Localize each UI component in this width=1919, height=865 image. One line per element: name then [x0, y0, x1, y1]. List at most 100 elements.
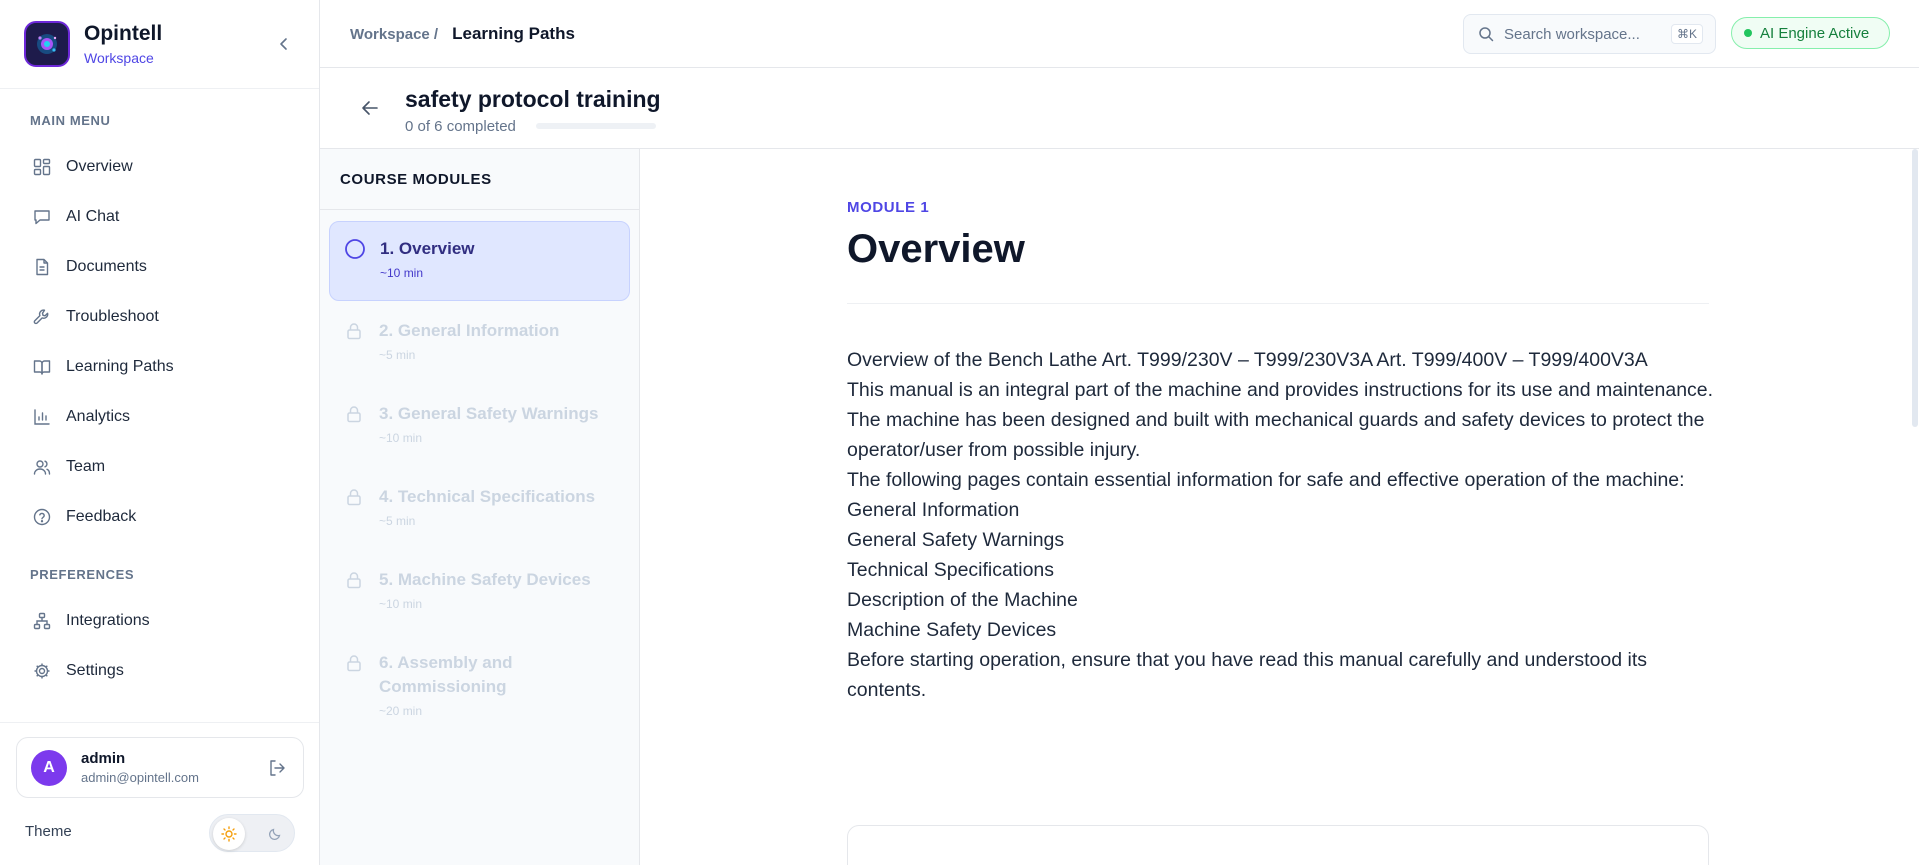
content-card: [847, 825, 1709, 865]
topbar: Workspace / Learning Paths Search worksp…: [320, 0, 1919, 68]
course-title: safety protocol training: [405, 86, 661, 112]
module-item-general-information[interactable]: 2. General Information ~5 min: [329, 304, 630, 384]
course-header: safety protocol training 0 of 6 complete…: [320, 68, 1919, 149]
sidebar-item-feedback[interactable]: Feedback: [16, 497, 304, 537]
sidebar-item-analytics[interactable]: Analytics: [16, 397, 304, 437]
module-item-general-safety-warnings[interactable]: 3. General Safety Warnings ~10 min: [329, 387, 630, 467]
search-input[interactable]: Search workspace... ⌘K: [1463, 14, 1716, 54]
module-item-machine-safety-devices[interactable]: 5. Machine Safety Devices ~10 min: [329, 553, 630, 633]
sidebar: Opintell Workspace MAIN MENU Overview AI…: [0, 0, 320, 865]
lock-icon: [343, 652, 365, 674]
module-title: 3. General Safety Warnings: [379, 404, 599, 423]
sidebar-divider: [0, 88, 319, 89]
sidebar-item-label: Analytics: [66, 408, 131, 425]
lock-icon: [343, 403, 365, 425]
lock-icon: [343, 569, 365, 591]
search-placeholder: Search workspace...: [1504, 25, 1640, 43]
light-theme-button[interactable]: [213, 818, 245, 850]
moon-icon: [268, 828, 281, 841]
user-email: admin@opintell.com: [81, 770, 199, 785]
dark-theme-button[interactable]: [262, 821, 288, 847]
network-icon: [32, 611, 52, 631]
breadcrumb: Workspace / Learning Paths: [350, 24, 575, 44]
sidebar-item-integrations[interactable]: Integrations: [16, 601, 304, 641]
lock-icon: [343, 486, 365, 508]
module-body-text: Overview of the Bench Lathe Art. T999/23…: [847, 345, 1717, 705]
bar-chart-icon: [32, 407, 52, 427]
user-card: A admin admin@opintell.com: [16, 737, 304, 798]
module-duration: ~10 min: [379, 431, 423, 445]
course-modules-title: COURSE MODULES: [340, 171, 492, 188]
sidebar-item-learning-paths[interactable]: Learning Paths: [16, 347, 304, 387]
collapse-sidebar-button[interactable]: [272, 32, 296, 56]
sidebar-divider: [0, 722, 319, 723]
lock-icon: [343, 320, 365, 342]
sidebar-item-documents[interactable]: Documents: [16, 247, 304, 287]
logout-button[interactable]: [267, 758, 287, 778]
back-button[interactable]: [358, 96, 382, 120]
user-name: admin: [81, 750, 126, 767]
sidebar-item-label: Documents: [66, 258, 147, 275]
avatar: A: [31, 749, 67, 786]
sidebar-item-label: Feedback: [66, 508, 137, 525]
chevron-left-icon: [280, 38, 287, 50]
brand: Opintell Workspace: [24, 20, 296, 68]
content-scrollbar[interactable]: [1911, 149, 1919, 865]
course-modules-panel: COURSE MODULES 1. Overview ~10 min 2. Ge…: [320, 149, 640, 865]
course-progress-bar: [536, 123, 656, 129]
module-item-assembly-and-commissioning[interactable]: 6. Assembly and Commissioning ~20 min: [329, 636, 630, 736]
body-paragraph: This manual is an integral part of the m…: [847, 379, 1714, 461]
sidebar-item-ai-chat[interactable]: AI Chat: [16, 197, 304, 237]
body-paragraph: Overview of the Bench Lathe Art. T999/23…: [847, 349, 1648, 371]
users-icon: [32, 457, 52, 477]
module-title: 1. Overview: [380, 239, 475, 258]
body-paragraph: The following pages contain essential in…: [847, 469, 1685, 491]
content-divider: [847, 303, 1709, 304]
sidebar-item-overview[interactable]: Overview: [16, 147, 304, 187]
body-paragraph: General Safety Warnings: [847, 529, 1065, 551]
grid-icon: [32, 157, 52, 177]
module-duration: ~5 min: [379, 514, 416, 528]
sidebar-item-label: AI Chat: [66, 208, 120, 225]
breadcrumb-workspace-link[interactable]: Workspace /: [350, 26, 438, 43]
circle-icon: [344, 238, 366, 260]
gear-icon: [32, 661, 52, 681]
body-paragraph: Description of the Machine: [847, 589, 1078, 611]
sun-icon: [221, 826, 237, 842]
sidebar-item-label: Settings: [66, 662, 124, 679]
sidebar-item-label: Overview: [66, 158, 133, 175]
sidebar-item-label: Team: [66, 458, 106, 475]
breadcrumb-current: Learning Paths: [452, 24, 575, 43]
body-paragraph: Machine Safety Devices: [847, 619, 1057, 641]
theme-label: Theme: [25, 823, 72, 840]
module-title: 6. Assembly and Commissioning: [379, 653, 513, 696]
ai-status-text: AI Engine Active: [1760, 24, 1870, 42]
sidebar-item-troubleshoot[interactable]: Troubleshoot: [16, 297, 304, 337]
app-logo: [24, 21, 70, 67]
scrollbar-thumb[interactable]: [1912, 149, 1918, 427]
module-number-label: MODULE 1: [847, 199, 930, 216]
module-duration: ~20 min: [379, 704, 423, 718]
chat-icon: [32, 207, 52, 227]
module-heading: Overview: [847, 227, 1025, 271]
module-duration: ~5 min: [379, 348, 416, 362]
search-icon: [1479, 27, 1494, 42]
body-paragraph: Before starting operation, ensure that y…: [847, 649, 1647, 701]
workspace-label: Workspace: [84, 50, 154, 66]
sidebar-item-team[interactable]: Team: [16, 447, 304, 487]
modules-divider: [320, 209, 639, 210]
brand-name: Opintell: [84, 22, 163, 45]
sidebar-item-settings[interactable]: Settings: [16, 651, 304, 691]
course-progress-text: 0 of 6 completed: [405, 118, 516, 135]
module-duration: ~10 min: [379, 597, 423, 611]
body-paragraph: Technical Specifications: [847, 559, 1055, 581]
document-icon: [32, 257, 52, 277]
module-duration: ~10 min: [380, 266, 424, 280]
theme-toggle[interactable]: [209, 814, 295, 852]
module-item-technical-specifications[interactable]: 4. Technical Specifications ~5 min: [329, 470, 630, 550]
search-shortcut: ⌘K: [1670, 24, 1703, 44]
module-item-overview[interactable]: 1. Overview ~10 min: [329, 221, 630, 301]
sidebar-item-label: Troubleshoot: [66, 308, 159, 325]
sidebar-item-label: Integrations: [66, 612, 150, 629]
sidebar-item-label: Learning Paths: [66, 358, 174, 375]
